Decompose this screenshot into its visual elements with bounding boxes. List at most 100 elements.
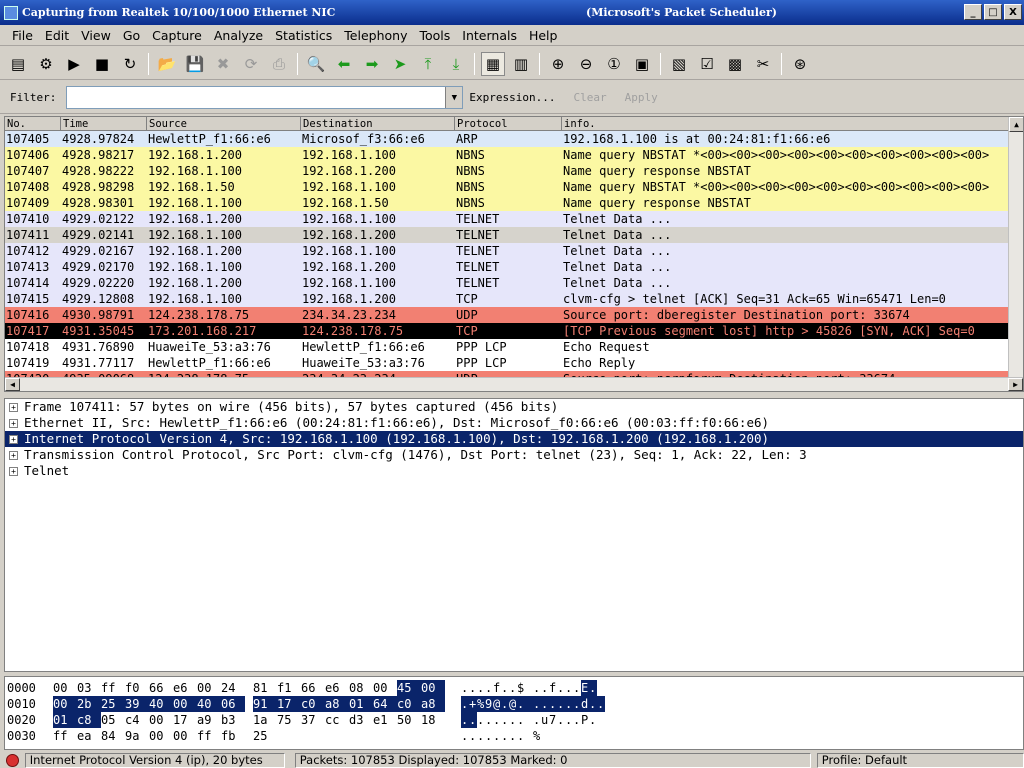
hex-byte[interactable]: ff bbox=[53, 728, 77, 744]
column-header-info[interactable]: info. bbox=[562, 117, 1012, 130]
column-header-no[interactable]: No. bbox=[5, 117, 61, 130]
toolbar-button-resize-columns[interactable]: ▣ bbox=[630, 52, 654, 76]
toolbar-button-restart-capture[interactable]: ↻ bbox=[118, 52, 142, 76]
hex-byte[interactable]: a9 bbox=[197, 712, 221, 728]
hex-byte[interactable]: 00 bbox=[53, 680, 77, 696]
packet-row[interactable]: 107408 4928.98298 192.168.1.50 192.168.1.10… bbox=[5, 179, 1023, 195]
hex-byte[interactable]: 06 bbox=[221, 696, 245, 712]
hex-byte[interactable]: fb bbox=[221, 728, 245, 744]
scroll-right-icon[interactable]: ▶ bbox=[1008, 378, 1023, 391]
hex-byte[interactable]: 17 bbox=[277, 696, 301, 712]
toolbar-button-interfaces[interactable]: ▤ bbox=[6, 52, 30, 76]
expand-plus-icon[interactable]: + bbox=[9, 418, 18, 428]
hex-byte[interactable]: 00 bbox=[173, 728, 197, 744]
packet-row[interactable]: 107405 4928.97824 HewlettP_f1:66:e6 Microso… bbox=[5, 131, 1023, 147]
hex-byte[interactable]: 40 bbox=[149, 696, 173, 712]
column-header-destination[interactable]: Destination bbox=[301, 117, 455, 130]
toolbar-button-save-file[interactable]: 💾 bbox=[183, 52, 207, 76]
hex-byte[interactable]: 00 bbox=[373, 680, 397, 696]
packet-row[interactable]: 107413 4929.02170 192.168.1.100 192.168.1.2… bbox=[5, 259, 1023, 275]
column-header-time[interactable]: Time bbox=[61, 117, 147, 130]
hex-byte[interactable]: ea bbox=[77, 728, 101, 744]
hex-byte[interactable]: 45 bbox=[397, 680, 421, 696]
expand-plus-icon[interactable]: + bbox=[9, 402, 18, 412]
hex-byte[interactable]: a8 bbox=[325, 696, 349, 712]
filter-input[interactable]: ▼ bbox=[66, 86, 464, 109]
hex-byte[interactable]: 66 bbox=[301, 680, 325, 696]
hex-byte[interactable]: 24 bbox=[221, 680, 245, 696]
hex-byte[interactable]: 81 bbox=[253, 680, 277, 696]
toolbar-button-colorize[interactable]: ▦ bbox=[481, 51, 505, 76]
hex-byte[interactable]: d3 bbox=[349, 712, 373, 728]
menu-telephony[interactable]: Telephony bbox=[338, 28, 413, 43]
toolbar-button-normal-size[interactable]: ① bbox=[602, 52, 626, 76]
hex-byte[interactable]: b3 bbox=[221, 712, 245, 728]
clear-filter-button[interactable]: Clear bbox=[573, 91, 606, 104]
packet-row[interactable]: 107417 4931.35045 173.201.168.217 124.238.1… bbox=[5, 323, 1023, 339]
expand-plus-icon[interactable]: + bbox=[9, 450, 18, 460]
hex-byte[interactable]: cc bbox=[325, 712, 349, 728]
menu-file[interactable]: File bbox=[6, 28, 39, 43]
minimize-button[interactable]: _ bbox=[964, 4, 982, 20]
hex-bytes[interactable]: 00 2b 25 39 40 00 40 06 91 17 c0 a8 01 64 c0 a8 bbox=[53, 696, 445, 712]
toolbar-button-last-packet[interactable]: ⤓ bbox=[444, 52, 468, 76]
toolbar-button-find-packet[interactable]: 🔍 bbox=[304, 52, 328, 76]
hex-byte[interactable]: 91 bbox=[253, 696, 277, 712]
expression-button[interactable]: Expression... bbox=[469, 91, 555, 104]
apply-filter-button[interactable]: Apply bbox=[625, 91, 658, 104]
hex-byte[interactable]: 00 bbox=[53, 696, 77, 712]
column-header-protocol[interactable]: Protocol bbox=[455, 117, 562, 130]
hex-byte[interactable]: c0 bbox=[301, 696, 325, 712]
expand-plus-icon[interactable]: + bbox=[9, 434, 18, 444]
hex-byte[interactable]: c8 bbox=[77, 712, 101, 728]
hex-byte[interactable]: 08 bbox=[349, 680, 373, 696]
scroll-left-icon[interactable]: ◀ bbox=[5, 378, 20, 391]
hex-byte[interactable]: e6 bbox=[173, 680, 197, 696]
hex-byte[interactable]: 05 bbox=[101, 712, 125, 728]
packet-row[interactable]: 107418 4931.76890 HuaweiTe_53:a3:76 Hewlett… bbox=[5, 339, 1023, 355]
hex-ascii[interactable]: .... f.. $ ..f...E. bbox=[461, 680, 597, 696]
toolbar-button-help[interactable]: ⊛ bbox=[788, 52, 812, 76]
hex-byte[interactable]: 00 bbox=[421, 680, 445, 696]
menu-analyze[interactable]: Analyze bbox=[208, 28, 269, 43]
hex-byte[interactable]: 00 bbox=[149, 712, 173, 728]
hex-byte[interactable]: 40 bbox=[197, 696, 221, 712]
toolbar-button-start-capture[interactable]: ▶ bbox=[62, 52, 86, 76]
hex-byte[interactable]: 2b bbox=[77, 696, 101, 712]
menu-statistics[interactable]: Statistics bbox=[269, 28, 338, 43]
menu-tools[interactable]: Tools bbox=[413, 28, 456, 43]
detail-tree-item[interactable]: + Internet Protocol Version 4, Src: 192.1… bbox=[5, 431, 1023, 447]
toolbar-button-display-filters[interactable]: ☑ bbox=[695, 52, 719, 76]
toolbar-button-coloring-rules[interactable]: ▩ bbox=[723, 52, 747, 76]
menu-view[interactable]: View bbox=[75, 28, 117, 43]
hex-byte[interactable]: ff bbox=[197, 728, 221, 744]
hex-byte[interactable]: 00 bbox=[197, 680, 221, 696]
status-profile[interactable]: Profile: Default bbox=[816, 753, 1024, 768]
hex-byte[interactable]: 18 bbox=[421, 712, 445, 728]
hex-ascii[interactable]: ........ .u7...P. bbox=[461, 712, 597, 728]
toolbar-button-go-to-packet[interactable]: ➤ bbox=[388, 52, 412, 76]
hex-byte[interactable]: a8 bbox=[421, 696, 445, 712]
expert-info-led-icon[interactable] bbox=[6, 754, 19, 767]
filter-dropdown-button[interactable]: ▼ bbox=[445, 87, 463, 108]
hex-byte[interactable]: 64 bbox=[373, 696, 397, 712]
hex-byte[interactable]: 25 bbox=[253, 728, 277, 744]
packet-row[interactable]: 107414 4929.02220 192.168.1.200 192.168.1.1… bbox=[5, 275, 1023, 291]
detail-tree-item[interactable]: + Ethernet II, Src: HewlettP_f1:66:e6 (00… bbox=[5, 415, 1023, 431]
toolbar-button-auto-scroll[interactable]: ▥ bbox=[509, 52, 533, 76]
hex-bytes[interactable]: ff ea 84 9a 00 00 ff fb 25 bbox=[53, 728, 445, 744]
toolbar-button-preferences[interactable]: ✂ bbox=[751, 52, 775, 76]
hex-byte[interactable]: 01 bbox=[349, 696, 373, 712]
scroll-up-icon[interactable]: ▲ bbox=[1009, 117, 1023, 132]
close-button[interactable]: X bbox=[1004, 4, 1022, 20]
toolbar-button-zoom-out[interactable]: ⊖ bbox=[574, 52, 598, 76]
hex-ascii[interactable]: . +% 9 @. @. ......d.. bbox=[461, 696, 605, 712]
maximize-button[interactable]: □ bbox=[984, 4, 1002, 20]
hex-byte[interactable]: 39 bbox=[125, 696, 149, 712]
hex-byte[interactable]: 03 bbox=[77, 680, 101, 696]
hex-byte[interactable]: 17 bbox=[173, 712, 197, 728]
hex-byte[interactable]: f1 bbox=[277, 680, 301, 696]
hex-byte[interactable]: 01 bbox=[53, 712, 77, 728]
hex-byte[interactable]: 84 bbox=[101, 728, 125, 744]
packet-list-vertical-scrollbar[interactable]: ▲ bbox=[1008, 117, 1023, 391]
